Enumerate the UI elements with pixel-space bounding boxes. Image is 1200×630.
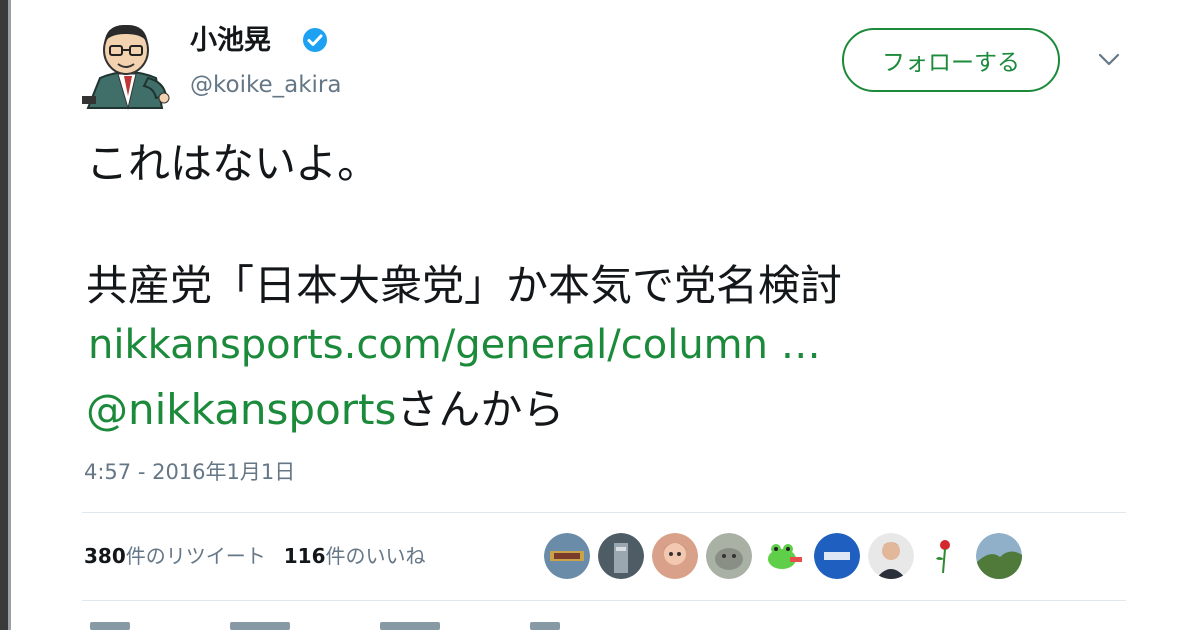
mention-line: @nikkansportsさんから (86, 376, 564, 437)
mention-suffix: さんから (396, 385, 565, 434)
liker-avatar-6[interactable] (814, 533, 860, 579)
follow-button[interactable]: フォローする (842, 28, 1060, 92)
liker-avatar-8[interactable] (922, 533, 968, 579)
follow-button-label: フォローする (882, 50, 1020, 76)
liker-avatar-5[interactable] (760, 533, 806, 579)
mention-link[interactable]: @nikkansports (86, 385, 396, 434)
liker-avatar-3[interactable] (652, 533, 698, 579)
retweets-count: 380 (84, 544, 126, 568)
liker-avatar-9[interactable] (976, 533, 1022, 579)
display-name[interactable]: 小池晃 (190, 18, 271, 57)
verified-badge-icon (302, 27, 328, 53)
tweet-link[interactable]: nikkansports.com/general/column … (88, 322, 821, 368)
window-edge (0, 0, 8, 630)
likes-label: 件のいいね (325, 544, 426, 568)
user-avatar[interactable] (78, 16, 174, 112)
liker-avatar-1[interactable] (544, 533, 590, 579)
message-icon[interactable] (530, 622, 560, 630)
divider (82, 512, 1126, 513)
tweet-text-line-2: 共産党「日本大衆党」か本気で党名検討 (86, 261, 843, 310)
like-icon[interactable] (380, 622, 440, 630)
divider (82, 600, 1126, 601)
liker-avatar-7[interactable] (868, 533, 914, 579)
tweet-stats: 380件のリツイート 116件のいいね (84, 540, 426, 569)
likes-stat[interactable]: 116件のいいね (284, 544, 426, 568)
window-edge-shadow (8, 0, 11, 630)
likes-count: 116 (283, 544, 326, 568)
retweet-icon[interactable] (230, 622, 290, 630)
user-handle[interactable]: @koike_akira (190, 72, 341, 98)
tweet-text-line-1: これはないよ。 (86, 139, 380, 188)
retweets-label: 件のリツイート (125, 544, 266, 568)
chevron-down-icon[interactable] (1098, 52, 1120, 66)
retweets-stat[interactable]: 380件のリツイート (84, 544, 266, 568)
liker-avatar-2[interactable] (598, 533, 644, 579)
liker-avatar-4[interactable] (706, 533, 752, 579)
tweet-timestamp[interactable]: 4:57 - 2016年1月1日 (84, 456, 295, 486)
reply-icon[interactable] (90, 622, 130, 630)
tweet-actions-row (90, 616, 650, 630)
